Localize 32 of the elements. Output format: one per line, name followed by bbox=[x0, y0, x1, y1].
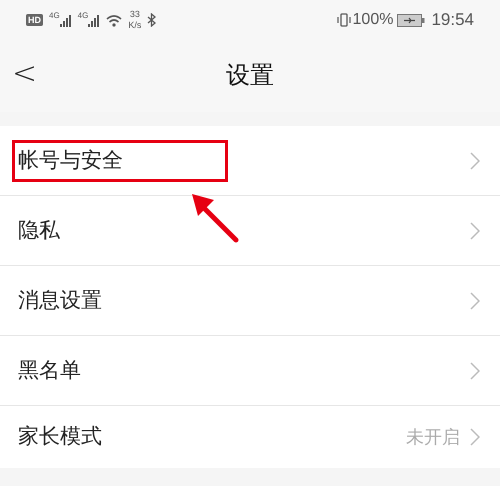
settings-row[interactable]: 消息设置 bbox=[0, 266, 500, 336]
network-label: 4G bbox=[78, 10, 88, 22]
row-label: 家长模式 bbox=[18, 424, 102, 450]
row-label: 黑名单 bbox=[18, 358, 81, 384]
settings-row[interactable]: 帐号与安全 bbox=[0, 126, 500, 196]
row-label: 隐私 bbox=[18, 218, 60, 244]
signal-icon bbox=[88, 15, 100, 27]
battery-icon bbox=[397, 14, 426, 26]
vibrate-icon bbox=[336, 13, 351, 27]
arrow-drawing bbox=[190, 192, 240, 244]
network-label: 4G bbox=[49, 10, 60, 22]
settings-row[interactable]: 家长模式 未开启 bbox=[0, 406, 500, 468]
row-label: 消息设置 bbox=[18, 288, 102, 314]
page-title: 设置 bbox=[226, 61, 274, 91]
chevron-icon bbox=[470, 222, 480, 240]
wifi-icon bbox=[106, 14, 122, 26]
bluetooth-icon bbox=[147, 13, 156, 27]
row-value: 未开启 bbox=[406, 426, 460, 448]
chevron-icon bbox=[470, 428, 480, 446]
back-button[interactable]: < bbox=[8, 54, 42, 94]
chevron-icon bbox=[470, 362, 480, 380]
settings-row[interactable]: 隐私 bbox=[0, 196, 500, 266]
speed-unit: K/s bbox=[128, 20, 142, 31]
chevron-icon bbox=[470, 292, 480, 310]
row-label: 帐号与安全 bbox=[18, 148, 123, 174]
clock: 19:54 bbox=[431, 9, 474, 32]
chevron-icon bbox=[470, 152, 480, 170]
speed-value: 33 bbox=[130, 9, 140, 20]
battery-percent: 100% bbox=[352, 10, 394, 30]
signal-icon bbox=[60, 15, 72, 27]
hd-badge: HD bbox=[26, 14, 43, 26]
settings-row[interactable]: 黑名单 bbox=[0, 336, 500, 406]
